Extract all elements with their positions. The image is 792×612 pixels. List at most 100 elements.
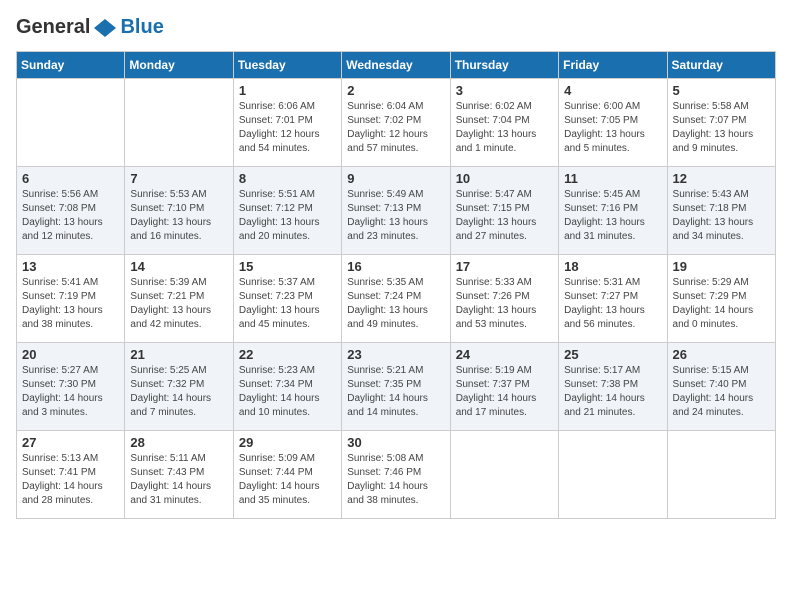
day-info: Sunrise: 5:13 AM Sunset: 7:41 PM Dayligh… — [22, 452, 119, 508]
day-number: 6 — [22, 171, 119, 186]
day-info: Sunrise: 5:15 AM Sunset: 7:40 PM Dayligh… — [673, 364, 770, 420]
day-info: Sunrise: 5:58 AM Sunset: 7:07 PM Dayligh… — [673, 100, 770, 156]
day-number: 26 — [673, 347, 770, 362]
calendar-cell: 27Sunrise: 5:13 AM Sunset: 7:41 PM Dayli… — [17, 431, 125, 519]
calendar-cell: 21 Sunrise: 5:25 AM Sunset: 7:32 PM Dayli… — [125, 343, 233, 431]
calendar-cell: 18 Sunrise: 5:31 AM Sunset: 7:27 PM Dayli… — [559, 255, 667, 343]
calendar-week-4: 20 Sunrise: 5:27 AM Sunset: 7:30 PM Dayli… — [17, 343, 776, 431]
day-number: 11 — [564, 171, 661, 186]
calendar-cell: 23 Sunrise: 5:21 AM Sunset: 7:35 PM Dayli… — [342, 343, 450, 431]
logo: General Blue — [16, 16, 164, 39]
day-number: 23 — [347, 347, 444, 362]
day-number: 7 — [130, 171, 227, 186]
calendar-cell: 8 Sunrise: 5:51 AM Sunset: 7:12 PM Daylig… — [233, 167, 341, 255]
calendar-cell: 9 Sunrise: 5:49 AM Sunset: 7:13 PM Daylig… — [342, 167, 450, 255]
calendar-cell: 3 Sunrise: 6:02 AM Sunset: 7:04 PM Daylig… — [450, 79, 558, 167]
day-info: Sunrise: 5:53 AM Sunset: 7:10 PM Dayligh… — [130, 188, 227, 244]
day-number: 2 — [347, 83, 444, 98]
day-number: 30 — [347, 435, 444, 450]
day-number: 20 — [22, 347, 119, 362]
day-number: 4 — [564, 83, 661, 98]
day-number: 13 — [22, 259, 119, 274]
logo-flag-icon — [94, 17, 116, 39]
day-info: Sunrise: 5:35 AM Sunset: 7:24 PM Dayligh… — [347, 276, 444, 332]
calendar-cell: 12 Sunrise: 5:43 AM Sunset: 7:18 PM Dayli… — [667, 167, 775, 255]
calendar-cell: 26 Sunrise: 5:15 AM Sunset: 7:40 PM Dayli… — [667, 343, 775, 431]
calendar-cell: 5 Sunrise: 5:58 AM Sunset: 7:07 PM Daylig… — [667, 79, 775, 167]
day-number: 12 — [673, 171, 770, 186]
day-number: 8 — [239, 171, 336, 186]
calendar-week-2: 6 Sunrise: 5:56 AM Sunset: 7:08 PM Daylig… — [17, 167, 776, 255]
day-info: Sunrise: 5:25 AM Sunset: 7:32 PM Dayligh… — [130, 364, 227, 420]
page-header: General Blue — [16, 16, 776, 39]
calendar-cell — [559, 431, 667, 519]
day-info: Sunrise: 5:43 AM Sunset: 7:18 PM Dayligh… — [673, 188, 770, 244]
day-number: 10 — [456, 171, 553, 186]
day-number: 1 — [239, 83, 336, 98]
calendar-cell: 14 Sunrise: 5:39 AM Sunset: 7:21 PM Dayli… — [125, 255, 233, 343]
day-header-sunday: Sunday — [17, 52, 125, 79]
day-info: Sunrise: 5:23 AM Sunset: 7:34 PM Dayligh… — [239, 364, 336, 420]
day-info: Sunrise: 5:31 AM Sunset: 7:27 PM Dayligh… — [564, 276, 661, 332]
calendar-cell: 2 Sunrise: 6:04 AM Sunset: 7:02 PM Daylig… — [342, 79, 450, 167]
day-info: Sunrise: 5:37 AM Sunset: 7:23 PM Dayligh… — [239, 276, 336, 332]
calendar-cell: 7 Sunrise: 5:53 AM Sunset: 7:10 PM Daylig… — [125, 167, 233, 255]
day-info: Sunrise: 5:47 AM Sunset: 7:15 PM Dayligh… — [456, 188, 553, 244]
day-info: Sunrise: 5:56 AM Sunset: 7:08 PM Dayligh… — [22, 188, 119, 244]
day-header-saturday: Saturday — [667, 52, 775, 79]
day-header-monday: Monday — [125, 52, 233, 79]
calendar-cell: 11 Sunrise: 5:45 AM Sunset: 7:16 PM Dayli… — [559, 167, 667, 255]
day-info: Sunrise: 6:04 AM Sunset: 7:02 PM Dayligh… — [347, 100, 444, 156]
logo-general: General — [16, 16, 90, 39]
day-info: Sunrise: 6:00 AM Sunset: 7:05 PM Dayligh… — [564, 100, 661, 156]
calendar-cell — [667, 431, 775, 519]
day-header-tuesday: Tuesday — [233, 52, 341, 79]
calendar-cell: 17Sunrise: 5:33 AM Sunset: 7:26 PM Dayli… — [450, 255, 558, 343]
day-number: 22 — [239, 347, 336, 362]
day-number: 18 — [564, 259, 661, 274]
day-info: Sunrise: 5:17 AM Sunset: 7:38 PM Dayligh… — [564, 364, 661, 420]
calendar-cell: 4 Sunrise: 6:00 AM Sunset: 7:05 PM Daylig… — [559, 79, 667, 167]
calendar-cell: 16 Sunrise: 5:35 AM Sunset: 7:24 PM Dayli… — [342, 255, 450, 343]
calendar-cell: 1 Sunrise: 6:06 AM Sunset: 7:01 PM Daylig… — [233, 79, 341, 167]
calendar-cell — [125, 79, 233, 167]
calendar-cell: 24Sunrise: 5:19 AM Sunset: 7:37 PM Dayli… — [450, 343, 558, 431]
day-number: 21 — [130, 347, 227, 362]
day-number: 5 — [673, 83, 770, 98]
logo-blue: Blue — [120, 16, 163, 39]
calendar-cell: 6 Sunrise: 5:56 AM Sunset: 7:08 PM Daylig… — [17, 167, 125, 255]
day-header-thursday: Thursday — [450, 52, 558, 79]
calendar-cell — [450, 431, 558, 519]
calendar-cell: 10 Sunrise: 5:47 AM Sunset: 7:15 PM Dayli… — [450, 167, 558, 255]
day-header-wednesday: Wednesday — [342, 52, 450, 79]
day-info: Sunrise: 5:09 AM Sunset: 7:44 PM Dayligh… — [239, 452, 336, 508]
calendar-cell — [17, 79, 125, 167]
calendar-cell: 19Sunrise: 5:29 AM Sunset: 7:29 PM Dayli… — [667, 255, 775, 343]
day-number: 28 — [130, 435, 227, 450]
day-number: 29 — [239, 435, 336, 450]
day-info: Sunrise: 5:39 AM Sunset: 7:21 PM Dayligh… — [130, 276, 227, 332]
day-number: 17 — [456, 259, 553, 274]
calendar-header-row: SundayMondayTuesdayWednesdayThursdayFrid… — [17, 52, 776, 79]
day-info: Sunrise: 5:27 AM Sunset: 7:30 PM Dayligh… — [22, 364, 119, 420]
day-info: Sunrise: 5:45 AM Sunset: 7:16 PM Dayligh… — [564, 188, 661, 244]
calendar-cell: 20 Sunrise: 5:27 AM Sunset: 7:30 PM Dayli… — [17, 343, 125, 431]
day-info: Sunrise: 5:29 AM Sunset: 7:29 PM Dayligh… — [673, 276, 770, 332]
day-number: 25 — [564, 347, 661, 362]
day-number: 15 — [239, 259, 336, 274]
day-number: 24 — [456, 347, 553, 362]
day-info: Sunrise: 5:49 AM Sunset: 7:13 PM Dayligh… — [347, 188, 444, 244]
calendar-cell: 15 Sunrise: 5:37 AM Sunset: 7:23 PM Dayli… — [233, 255, 341, 343]
day-header-friday: Friday — [559, 52, 667, 79]
day-info: Sunrise: 5:21 AM Sunset: 7:35 PM Dayligh… — [347, 364, 444, 420]
day-number: 16 — [347, 259, 444, 274]
day-number: 3 — [456, 83, 553, 98]
day-info: Sunrise: 6:02 AM Sunset: 7:04 PM Dayligh… — [456, 100, 553, 156]
day-info: Sunrise: 5:08 AM Sunset: 7:46 PM Dayligh… — [347, 452, 444, 508]
day-info: Sunrise: 6:06 AM Sunset: 7:01 PM Dayligh… — [239, 100, 336, 156]
day-number: 9 — [347, 171, 444, 186]
day-number: 14 — [130, 259, 227, 274]
day-info: Sunrise: 5:51 AM Sunset: 7:12 PM Dayligh… — [239, 188, 336, 244]
calendar-table: SundayMondayTuesdayWednesdayThursdayFrid… — [16, 51, 776, 519]
calendar-cell: 25 Sunrise: 5:17 AM Sunset: 7:38 PM Dayli… — [559, 343, 667, 431]
